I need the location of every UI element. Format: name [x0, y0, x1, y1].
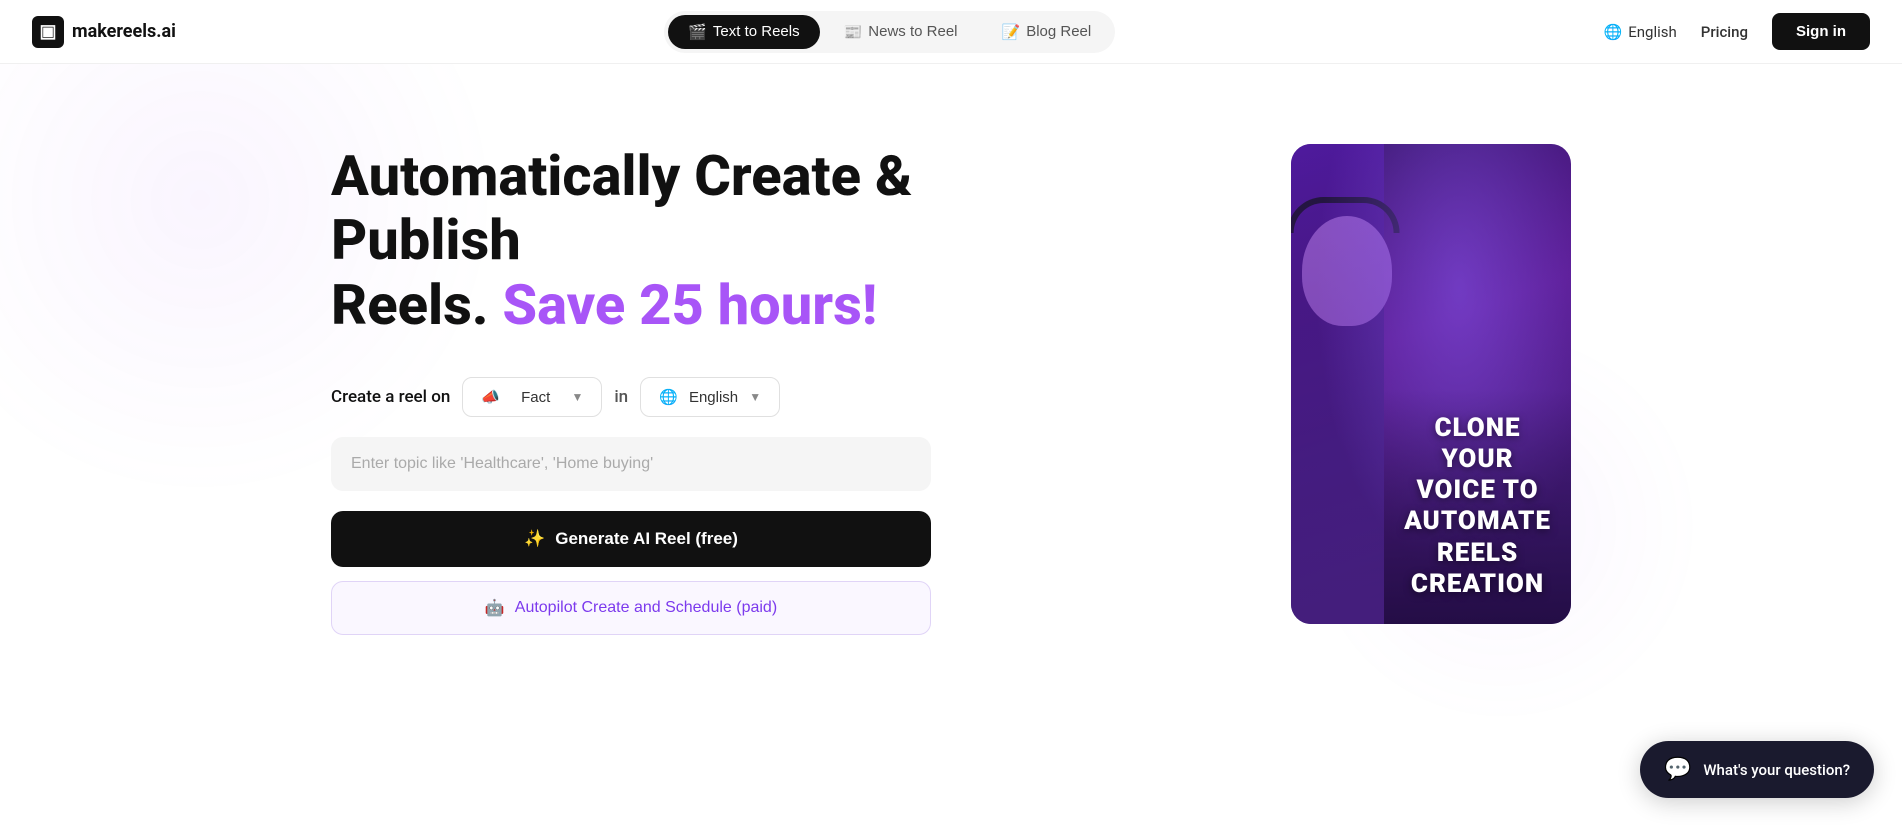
nav-right: 🌐 English Pricing Sign in: [1604, 13, 1870, 50]
tab-text-to-reels[interactable]: 🎬 Text to Reels: [668, 15, 819, 49]
in-label: in: [614, 387, 628, 407]
fact-selector[interactable]: 📣 Fact ▼: [462, 377, 602, 417]
hero-title: Automatically Create & Publish Reels. Sa…: [331, 144, 931, 337]
tab-text-to-reels-icon: 🎬: [688, 23, 707, 41]
topic-input[interactable]: [331, 437, 931, 491]
navbar: ▣ makereels.ai 🎬 Text to Reels 📰 News to…: [0, 0, 1902, 64]
generate-label: Generate AI Reel (free): [555, 529, 738, 549]
video-text-line5: CREATION: [1404, 569, 1551, 600]
lang-dropdown-icon: 🌐: [659, 388, 678, 406]
video-clone-text: CLONE YOUR VOICE TO AUTOMATE REELS CREAT…: [1404, 413, 1551, 600]
nav-tabs: 🎬 Text to Reels 📰 News to Reel 📝 Blog Re…: [664, 11, 1115, 53]
tab-news-to-reel-label: News to Reel: [868, 23, 957, 40]
tab-news-to-reel-icon: 📰: [844, 23, 863, 41]
language-label: English: [1628, 23, 1677, 41]
language-selector-dropdown[interactable]: 🌐 English ▼: [640, 377, 780, 417]
language-selector[interactable]: 🌐 English: [1604, 23, 1677, 41]
chat-icon: 💬: [1664, 757, 1691, 782]
create-row: Create a reel on 📣 Fact ▼ in 🌐 English ▼: [331, 377, 931, 417]
tab-blog-reel-label: Blog Reel: [1026, 23, 1091, 40]
hero-title-accent: Save 25 hours!: [502, 272, 877, 338]
tab-blog-reel[interactable]: 📝 Blog Reel: [982, 15, 1112, 49]
autopilot-label: Autopilot Create and Schedule (paid): [515, 599, 777, 617]
logo-icon: ▣: [32, 16, 64, 48]
fact-label: Fact: [521, 389, 550, 406]
tab-blog-reel-icon: 📝: [1002, 23, 1021, 41]
pricing-link[interactable]: Pricing: [1701, 23, 1748, 41]
logo-text: makereels.ai: [72, 21, 176, 42]
hero-title-part2: Reels.: [331, 272, 502, 338]
autopilot-button[interactable]: 🤖 Autopilot Create and Schedule (paid): [331, 581, 931, 635]
fact-icon: 📣: [481, 388, 500, 406]
chat-widget[interactable]: 💬 What's your question?: [1640, 741, 1874, 798]
main-content: Automatically Create & Publish Reels. Sa…: [251, 64, 1651, 695]
hero-title-part1: Automatically Create & Publish: [331, 143, 912, 273]
lang-dropdown-label: English: [689, 389, 738, 406]
tab-news-to-reel[interactable]: 📰 News to Reel: [824, 15, 978, 49]
generate-button[interactable]: ✨ Generate AI Reel (free): [331, 511, 931, 567]
chat-label: What's your question?: [1703, 761, 1850, 779]
hero-left: Automatically Create & Publish Reels. Sa…: [331, 144, 931, 635]
generate-icon: ✨: [524, 529, 545, 549]
signin-button[interactable]: Sign in: [1772, 13, 1870, 50]
language-icon: 🌐: [1604, 23, 1623, 41]
autopilot-icon: 🤖: [485, 598, 505, 618]
fact-chevron-icon: ▼: [571, 390, 583, 404]
video-text-line3: AUTOMATE: [1404, 506, 1551, 537]
create-label: Create a reel on: [331, 387, 450, 407]
lang-chevron-icon: ▼: [749, 390, 761, 404]
video-text-line2: VOICE TO: [1404, 475, 1551, 506]
logo[interactable]: ▣ makereels.ai: [32, 16, 176, 48]
video-text-line4: REELS: [1404, 538, 1551, 569]
video-card: CLONE YOUR VOICE TO AUTOMATE REELS CREAT…: [1291, 144, 1571, 624]
video-text-line1: CLONE YOUR: [1404, 413, 1551, 475]
hero-right: CLONE YOUR VOICE TO AUTOMATE REELS CREAT…: [1291, 144, 1571, 624]
tab-text-to-reels-label: Text to Reels: [713, 23, 800, 40]
video-text-overlay: CLONE YOUR VOICE TO AUTOMATE REELS CREAT…: [1384, 389, 1571, 624]
